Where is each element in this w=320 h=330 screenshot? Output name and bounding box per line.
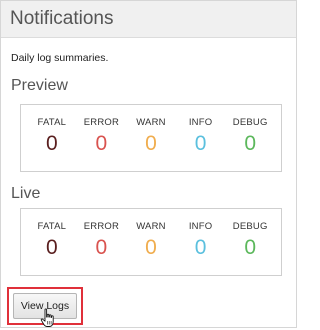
panel-header: Notifications (1, 1, 296, 38)
preview-stat-warn: WARN 0 (127, 105, 175, 171)
preview-stat-fatal: FATAL 0 (28, 105, 76, 171)
notifications-panel: Notifications Daily log summaries. Previ… (0, 0, 297, 328)
live-stat-fatal: FATAL 0 (28, 209, 76, 275)
stat-label: FATAL (37, 221, 67, 232)
hand-pointer-icon (40, 308, 54, 327)
panel-title: Notifications (10, 8, 114, 29)
stat-label: INFO (188, 221, 213, 232)
stat-label: DEBUG (232, 117, 268, 128)
stat-value: 0 (95, 132, 108, 155)
stat-value: 0 (95, 236, 108, 259)
stat-label: INFO (188, 117, 213, 128)
stat-value: 0 (145, 236, 157, 259)
stat-value: 0 (145, 132, 157, 155)
stat-label: WARN (136, 221, 166, 232)
stat-label: FATAL (37, 117, 67, 128)
stat-label: ERROR (83, 117, 120, 128)
live-stats: FATAL 0 ERROR 0 WARN 0 INFO 0 DEBUG 0 (20, 208, 282, 276)
live-stat-error: ERROR 0 (77, 209, 125, 275)
stat-value: 0 (45, 236, 58, 259)
live-stat-info: INFO 0 (177, 209, 225, 275)
stat-value: 0 (194, 236, 207, 259)
stat-value: 0 (194, 132, 207, 155)
preview-stats: FATAL 0 ERROR 0 WARN 0 INFO 0 DEBUG 0 (20, 104, 282, 172)
stat-value: 0 (45, 132, 58, 155)
stat-label: WARN (136, 117, 166, 128)
live-section-title: Live (11, 185, 41, 202)
stat-value: 0 (244, 132, 257, 155)
preview-stat-info: INFO 0 (177, 105, 225, 171)
stat-value: 0 (244, 236, 257, 259)
stat-label: ERROR (83, 221, 120, 232)
live-stat-warn: WARN 0 (127, 209, 175, 275)
live-stat-debug: DEBUG 0 (226, 209, 274, 275)
preview-section-title: Preview (11, 77, 68, 94)
panel-subtitle: Daily log summaries. (11, 52, 109, 64)
preview-stat-debug: DEBUG 0 (226, 105, 274, 171)
preview-stat-error: ERROR 0 (77, 105, 125, 171)
stat-label: DEBUG (232, 221, 268, 232)
